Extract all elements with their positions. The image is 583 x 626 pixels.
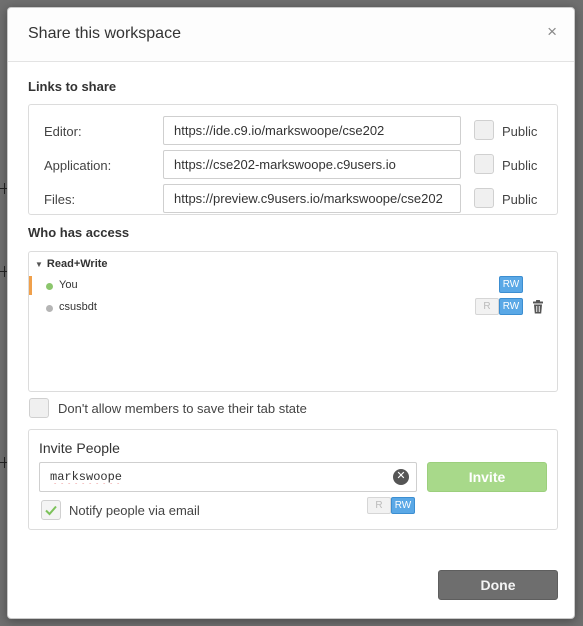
application-link-label: Application:	[44, 158, 112, 173]
owner-marker	[29, 276, 32, 295]
link-row-files: Files: Public	[29, 184, 557, 214]
triangle-down-icon: ▼	[35, 260, 43, 269]
dialog-header: Share this workspace ×	[8, 8, 574, 62]
notify-email-checkbox[interactable]	[41, 500, 61, 520]
csusbdt-r-toggle[interactable]: R	[475, 298, 499, 315]
files-public-checkbox[interactable]	[474, 188, 494, 208]
invite-r-toggle[interactable]: R	[367, 497, 391, 514]
invite-rw-toggle[interactable]: RW	[391, 497, 415, 514]
editor-link-field[interactable]	[163, 116, 461, 145]
group-label: Read+Write	[46, 258, 108, 270]
invite-username-input[interactable]	[39, 462, 417, 492]
dialog-title: Share this workspace	[28, 25, 181, 42]
member-row-you: You RW	[29, 276, 557, 296]
group-read-write-toggle[interactable]: ▼ Read+Write	[35, 258, 108, 270]
tab-state-label: Don't allow members to save their tab st…	[58, 401, 307, 416]
editor-public-label: Public	[502, 124, 538, 139]
access-section-title: Who has access	[28, 225, 130, 240]
you-rw-badge[interactable]: RW	[499, 276, 523, 293]
clear-input-icon[interactable]: ✕	[393, 469, 409, 485]
files-link-label: Files:	[44, 192, 76, 207]
links-section-title: Links to share	[28, 79, 117, 94]
tab-state-checkbox[interactable]	[29, 398, 49, 418]
link-row-editor: Editor: Public	[29, 116, 557, 146]
done-button[interactable]: Done	[438, 570, 558, 600]
member-name: You	[59, 279, 78, 291]
application-public-label: Public	[502, 158, 538, 173]
access-list: ▼ Read+Write You RW csusbdt R RW	[28, 251, 558, 392]
invite-panel: Invite People ✕ Invite Notify people via…	[28, 429, 558, 530]
online-status-icon	[46, 283, 53, 290]
close-icon[interactable]: ×	[547, 23, 557, 40]
member-row-csusbdt: csusbdt R RW	[29, 298, 557, 318]
editor-link-label: Editor:	[44, 124, 82, 139]
checkmark-icon	[45, 505, 57, 516]
application-link-field[interactable]	[163, 150, 461, 179]
links-box: Editor: Public Application: Public Files…	[28, 104, 558, 215]
application-public-checkbox[interactable]	[474, 154, 494, 174]
files-public-label: Public	[502, 192, 538, 207]
link-row-application: Application: Public	[29, 150, 557, 180]
offline-status-icon	[46, 305, 53, 312]
trash-icon[interactable]	[532, 300, 544, 314]
share-workspace-dialog: Share this workspace × Links to share Ed…	[7, 7, 575, 619]
editor-public-checkbox[interactable]	[474, 120, 494, 140]
files-link-field[interactable]	[163, 184, 461, 213]
invite-button[interactable]: Invite	[427, 462, 547, 492]
member-name: csusbdt	[59, 301, 97, 313]
csusbdt-rw-toggle[interactable]: RW	[499, 298, 523, 315]
notify-email-label: Notify people via email	[69, 503, 200, 518]
invite-title: Invite People	[39, 440, 120, 456]
